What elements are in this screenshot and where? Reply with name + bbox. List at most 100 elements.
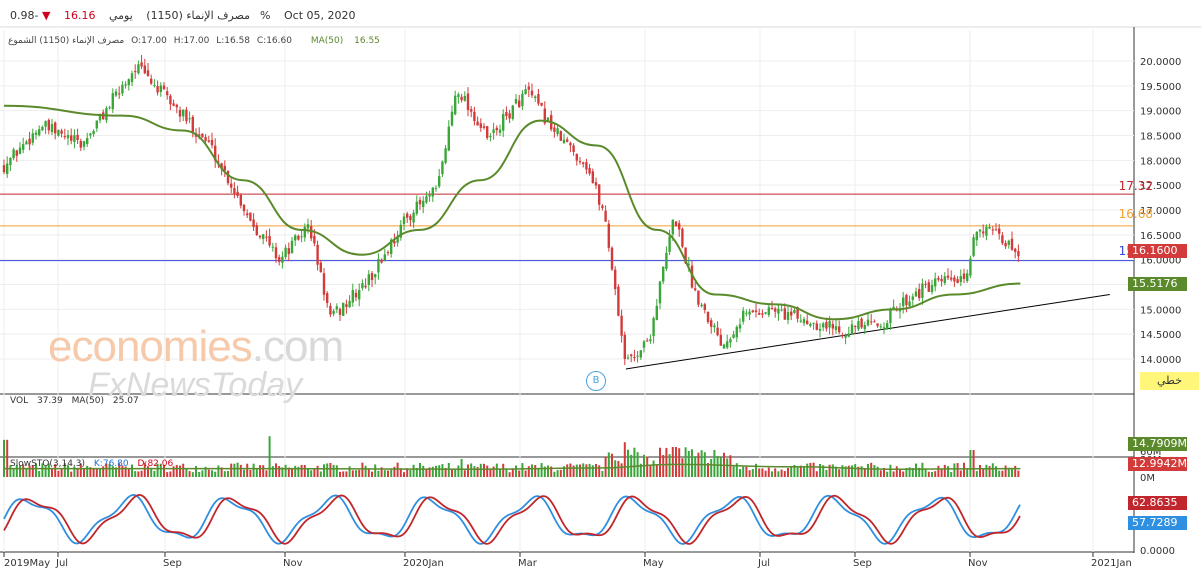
- candle-body: [575, 153, 578, 161]
- volume-bar: [691, 449, 693, 477]
- candle-body: [492, 129, 495, 134]
- volume-bar: [809, 462, 812, 477]
- volume-bar: [211, 470, 213, 477]
- volume-bar: [758, 468, 761, 477]
- volume-bar: [751, 468, 754, 477]
- candle-body: [124, 84, 127, 86]
- candle-body: [761, 313, 764, 315]
- candle-body: [342, 302, 345, 316]
- volume-bar: [764, 470, 767, 477]
- drawing-tag[interactable]: خطي: [1140, 372, 1199, 390]
- volume-bar: [867, 463, 869, 477]
- volume-bar: [927, 471, 930, 477]
- candle-body: [511, 105, 514, 119]
- volume-bar: [374, 464, 377, 477]
- volume-bar: [479, 463, 482, 477]
- volume-bar: [239, 464, 242, 477]
- horizontal-lines[interactable]: [0, 193, 1134, 262]
- last-price: 16.16: [63, 9, 96, 22]
- volume-bar: [956, 463, 959, 477]
- candle-body: [953, 277, 956, 282]
- candle-body: [783, 308, 786, 320]
- volume-bar: [547, 465, 549, 477]
- volume-bar: [441, 464, 444, 477]
- volume-bar: [947, 466, 949, 477]
- volume-bar: [483, 463, 485, 477]
- candle-body: [66, 135, 70, 139]
- candle-body: [159, 85, 162, 93]
- candle-body: [447, 126, 450, 151]
- volume-bar: [179, 465, 181, 477]
- candle-body: [95, 120, 98, 129]
- candle-body: [844, 335, 847, 338]
- volume-bar: [268, 436, 271, 477]
- close-value: C:16.60: [256, 36, 292, 46]
- candle-body: [601, 205, 604, 209]
- candle-body: [108, 107, 111, 109]
- candle-body: [402, 216, 406, 225]
- candle-body: [620, 315, 623, 336]
- volume-bar: [975, 471, 978, 477]
- volume-bar: [377, 470, 380, 477]
- candle-body: [866, 319, 870, 326]
- candle-body: [377, 259, 380, 273]
- x-tick-label: Jul: [55, 558, 68, 569]
- candle-body: [655, 305, 658, 320]
- volume-bar: [252, 463, 255, 477]
- volume-bar: [470, 463, 473, 477]
- volume-bar: [742, 466, 745, 477]
- stoch-k-value: K:76.80: [93, 459, 129, 469]
- candle-body: [489, 136, 492, 138]
- candle-body: [854, 326, 857, 328]
- volume-bar: [726, 458, 729, 477]
- candle-body: [457, 94, 460, 98]
- candle-body: [703, 304, 706, 311]
- candle-body: [614, 269, 617, 290]
- chart-canvas[interactable]: 2019May Jul Sep Nov 2020Jan Mar May Jul Sep Nov 20…: [0, 0, 1201, 570]
- volume-bar: [537, 469, 540, 477]
- volume-bar: [284, 464, 287, 477]
- volume-bar: [825, 469, 828, 477]
- down-arrow-icon: ▼: [41, 9, 51, 22]
- candle-body: [918, 289, 921, 299]
- candle-body: [924, 283, 927, 285]
- candle-body: [361, 283, 364, 289]
- volume-bar: [540, 463, 543, 477]
- candle-body: [252, 219, 255, 228]
- volume-bar: [556, 470, 559, 477]
- price-tick-label: 19.5000: [1140, 82, 1181, 93]
- volume-bar: [492, 466, 495, 477]
- candle-body: [450, 111, 454, 126]
- candle-body: [604, 210, 607, 222]
- candle-body: [166, 91, 169, 96]
- candle-body: [578, 161, 582, 163]
- candle-body: [438, 176, 441, 187]
- volume-bar: [521, 463, 524, 477]
- volume-bar: [387, 470, 389, 477]
- candle-body: [745, 312, 748, 314]
- candle-body: [175, 104, 178, 108]
- volume-bar: [12, 469, 15, 477]
- instrument-name[interactable]: مصرف الإنماء (1150): [146, 9, 250, 22]
- volume-bar: [447, 463, 450, 477]
- candle-body: [460, 96, 463, 101]
- candle-body: [134, 71, 137, 73]
- volume-bar: [787, 468, 789, 477]
- volume-bar: [262, 465, 265, 477]
- volume-bar: [662, 455, 665, 477]
- candle-body: [479, 123, 482, 128]
- candle-body: [351, 290, 354, 303]
- interval-label[interactable]: يومي: [109, 9, 133, 22]
- volume-bar: [591, 465, 594, 477]
- ma50-path: [3, 104, 1021, 321]
- candle-body: [809, 324, 812, 326]
- event-marker-b[interactable]: B: [586, 371, 606, 391]
- candle-body: [482, 126, 486, 128]
- candle-body: [290, 240, 294, 254]
- volume-bar: [319, 471, 322, 477]
- candle-body: [258, 235, 262, 238]
- volume-bar: [860, 466, 863, 477]
- candle-body: [642, 341, 646, 348]
- stochastic-lines: [3, 494, 1021, 545]
- candle-body: [386, 252, 390, 254]
